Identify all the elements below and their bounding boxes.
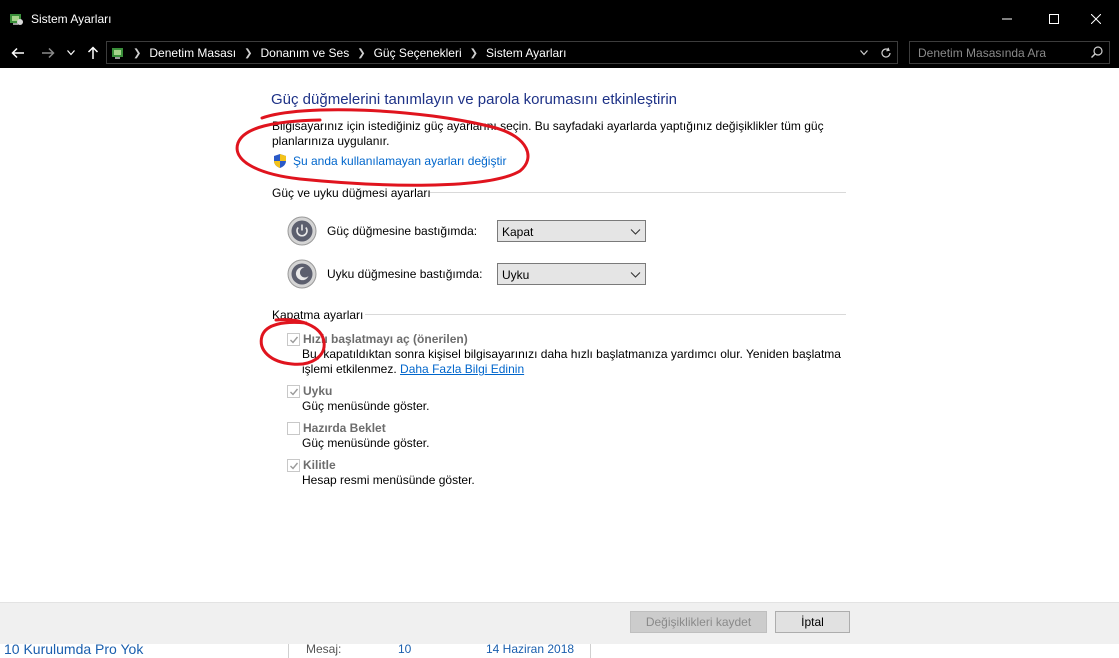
refresh-icon [881, 47, 891, 58]
hibernate-option-description: Güç menüsünde göster. [302, 436, 430, 450]
maximize-button[interactable] [1031, 0, 1077, 38]
background-row-title: 10 Kurulumda Pro Yok [4, 644, 144, 657]
sleep-button-icon [287, 259, 317, 289]
navigation-bar: ❯ Denetim Masası ❯ Donanım ve Ses ❯ Güç … [0, 38, 1119, 68]
page-title: Güç düğmelerini tanımlayın ve parola kor… [271, 91, 678, 108]
power-button-setting: Güç düğmesine bastığımda: Kapat [287, 216, 646, 246]
cancel-button[interactable]: İptal [775, 611, 850, 633]
search-box[interactable]: Denetim Masasında Ara [909, 41, 1110, 64]
chevron-down-icon [630, 272, 641, 278]
search-icon[interactable] [1090, 45, 1106, 61]
breadcrumb-separator-icon: ❯ [133, 47, 142, 59]
sleep-button-setting: Uyku düğmesine bastığımda: Uyku [287, 259, 646, 289]
lock-option-label: Kilitle [303, 458, 336, 472]
search-input[interactable]: Denetim Masasında Ara [918, 46, 1046, 60]
background-row-date: 14 Haziran 2018 [486, 644, 575, 656]
change-settings-link-text[interactable]: Şu anda kullanılamayan ayarları değiştir [293, 154, 506, 168]
column-divider [590, 644, 591, 658]
checkmark-icon [289, 388, 298, 396]
chevron-down-icon [67, 50, 75, 56]
sleep-checkbox[interactable] [287, 385, 300, 398]
hibernate-option: Hazırda Beklet Güç menüsünde göster. [287, 420, 847, 451]
title-bar: Sistem Ayarları [0, 0, 1119, 38]
sleep-button-label: Uyku düğmesine bastığımda: [327, 267, 483, 281]
breadcrumb-separator-icon[interactable]: ❯ [244, 48, 252, 59]
forward-button[interactable] [36, 41, 60, 65]
section-divider [365, 314, 846, 315]
sleep-button-action-value: Uyku [502, 268, 530, 282]
uac-shield-icon [272, 153, 288, 169]
control-panel-icon [110, 45, 126, 61]
shutdown-section-label: Kapatma ayarları [272, 308, 364, 322]
refresh-button[interactable] [877, 44, 895, 62]
sleep-option-description: Güç menüsünde göster. [302, 399, 430, 413]
forward-arrow-icon [42, 47, 55, 59]
breadcrumb-separator-icon[interactable]: ❯ [470, 48, 478, 59]
breadcrumb-item[interactable]: Donanım ve Ses [260, 46, 349, 60]
lock-checkbox[interactable] [287, 459, 300, 472]
breadcrumb-item[interactable]: Güç Seçenekleri [374, 46, 462, 60]
lock-option-description: Hesap resmi menüsünde göster. [302, 473, 475, 487]
power-button-label: Güç düğmesine bastığımda: [327, 224, 478, 238]
lock-option: Kilitle Hesap resmi menüsünde göster. [287, 457, 847, 488]
minimize-button[interactable] [984, 0, 1030, 38]
recent-locations-button[interactable] [61, 41, 81, 65]
section-divider [430, 192, 846, 193]
breadcrumb-separator-icon[interactable]: ❯ [357, 48, 365, 59]
fast-startup-checkbox[interactable] [287, 333, 300, 346]
fast-startup-description-text: Bu, kapatıldıktan sonra kişisel bilgisay… [302, 347, 841, 376]
breadcrumb-item[interactable]: Sistem Ayarları [486, 46, 566, 60]
main-content: Güç düğmelerini tanımlayın ve parola kor… [0, 68, 1119, 602]
sleep-option-label: Uyku [303, 384, 333, 398]
breadcrumb: ❯ Denetim Masası ❯ Donanım ve Ses ❯ Güç … [133, 46, 567, 60]
background-window: 10 Kurulumda Pro Yok Mesaj: 10 14 Hazira… [0, 644, 1119, 658]
window-title: Sistem Ayarları [31, 12, 112, 26]
sleep-option: Uyku Güç menüsünde göster. [287, 383, 847, 414]
sleep-button-action-select[interactable]: Uyku [497, 263, 646, 285]
address-bar[interactable]: ❯ Denetim Masası ❯ Donanım ve Ses ❯ Güç … [106, 41, 898, 64]
chevron-down-icon [630, 229, 641, 235]
power-button-icon [287, 216, 317, 246]
learn-more-link[interactable]: Daha Fazla Bilgi Edinin [400, 362, 524, 376]
chevron-down-icon [860, 50, 868, 56]
hibernate-checkbox[interactable] [287, 422, 300, 435]
column-divider [288, 644, 289, 658]
dialog-footer: Değişiklikleri kaydet İptal [0, 603, 1119, 644]
back-button[interactable] [6, 41, 30, 65]
checkmark-icon [289, 336, 298, 344]
back-arrow-icon [11, 47, 24, 59]
fast-startup-description: Bu, kapatıldıktan sonra kişisel bilgisay… [302, 347, 847, 377]
breadcrumb-item[interactable]: Denetim Masası [149, 46, 236, 60]
power-buttons-section-label: Güç ve uyku düğmesi ayarları [272, 186, 431, 200]
up-button[interactable] [81, 41, 105, 65]
background-row-label: Mesaj: [306, 644, 342, 656]
power-button-action-select[interactable]: Kapat [497, 220, 646, 242]
control-panel-icon [8, 11, 24, 27]
fast-startup-option: Hızlı başlatmayı aç (önerilen) Bu, kapat… [287, 331, 847, 377]
checkmark-icon [289, 462, 298, 470]
fast-startup-label: Hızlı başlatmayı aç (önerilen) [303, 332, 468, 346]
hibernate-option-label: Hazırda Beklet [303, 421, 386, 435]
background-row-count: 10 [398, 644, 412, 656]
power-button-action-value: Kapat [502, 225, 534, 239]
up-arrow-icon [87, 46, 99, 59]
change-unavailable-settings-link[interactable]: Şu anda kullanılamayan ayarları değiştir [272, 153, 506, 169]
address-history-button[interactable] [855, 44, 873, 62]
save-changes-button[interactable]: Değişiklikleri kaydet [630, 611, 767, 633]
close-button[interactable] [1073, 0, 1119, 38]
page-description: Bilgisayarınız için istediğiniz güç ayar… [272, 119, 824, 148]
